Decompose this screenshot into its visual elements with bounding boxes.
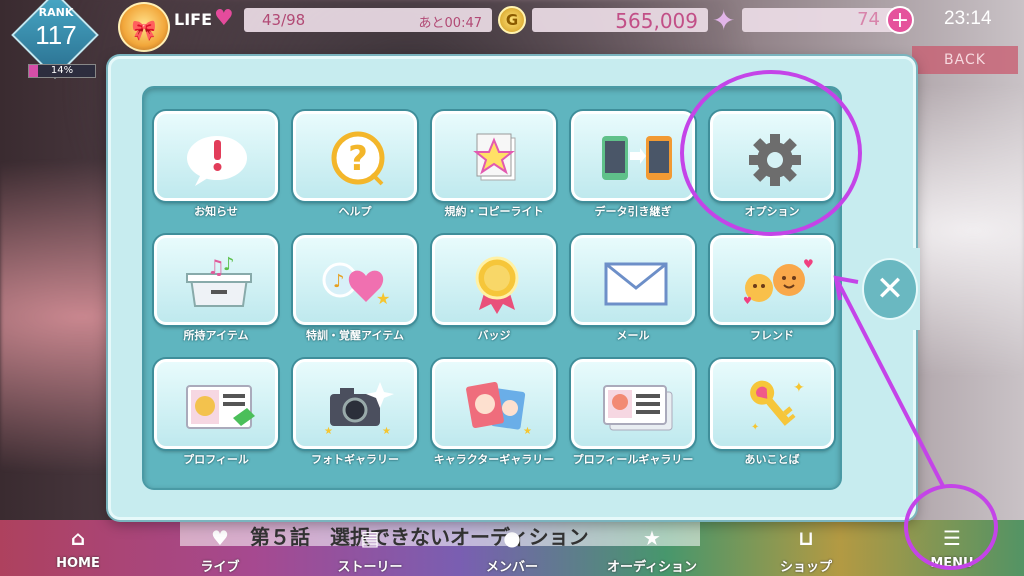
menu-tile-friend-faces[interactable]: ♥ ♥ <box>710 235 834 325</box>
menu-tile-label: お知らせ <box>194 205 238 218</box>
menu-tile-label: オプション <box>744 205 800 218</box>
menu-tile-label: フレンド <box>750 329 794 342</box>
svg-text:♥: ♥ <box>803 257 814 271</box>
menu-tile-profile-gallery[interactable] <box>571 359 695 449</box>
menu-tile-label: 特訓・覚醒アイテム <box>306 329 404 342</box>
data-transfer-phones-icon <box>574 114 692 198</box>
menu-tile-key[interactable]: ✦ ✦ <box>710 359 834 449</box>
heart-icon: ♥ <box>214 6 234 31</box>
menu-tile-training-heart[interactable]: ♪ ★ <box>293 235 417 325</box>
menu-tile-label: プロフィール <box>183 453 249 466</box>
nav-label: ライブ <box>200 560 240 575</box>
nav-label: MENU <box>930 556 974 571</box>
nav-メンバー[interactable]: ● メンバー <box>464 520 560 576</box>
badge-medal-icon <box>435 238 553 322</box>
menu-tile-badge-medal[interactable] <box>432 235 556 325</box>
menu-tile-item-box[interactable]: ♫ ♪ <box>154 235 278 325</box>
profile-card-icon <box>157 362 275 446</box>
svg-text:★: ★ <box>376 289 390 308</box>
help-question-icon: ? <box>296 114 414 198</box>
gear-icon <box>713 114 831 198</box>
life-meter: 43/98 あと00:47 <box>244 8 492 32</box>
menu-tile-label: プロフィールギャラリー <box>572 453 694 466</box>
menu-tile-camera[interactable]: ★ ★ <box>293 359 417 449</box>
nav-オーディション[interactable]: ★ オーディション <box>604 520 700 576</box>
rank-progress-bar: 14% <box>28 64 96 78</box>
camera-icon: ★ ★ <box>296 362 414 446</box>
nav-label: オーディション <box>606 560 698 575</box>
menu-tile-label: フォトギャラリー <box>311 453 399 466</box>
svg-text:♪: ♪ <box>333 271 345 292</box>
menu-tile-data-transfer-phones[interactable] <box>571 111 695 201</box>
friend-faces-icon: ♥ ♥ <box>713 238 831 322</box>
close-button[interactable]: ✕ <box>862 258 918 320</box>
add-gem-button[interactable]: + <box>886 6 914 34</box>
nav-menu[interactable]: ☰ MENU <box>904 520 1000 576</box>
svg-text:♥: ♥ <box>743 296 752 307</box>
nav-label: ストーリー <box>337 560 403 575</box>
notice-bubble-icon <box>157 114 275 198</box>
menu-tile-label: あいことば <box>744 453 800 466</box>
terms-document-icon <box>435 114 553 198</box>
audition-star-icon: ★ <box>643 526 661 550</box>
gold-coin-icon: G <box>498 6 526 34</box>
menu-tile-label: ヘルプ <box>338 205 372 218</box>
menu-tile-character-cards[interactable]: ★ <box>432 359 556 449</box>
menu-tile-mail-envelope[interactable] <box>571 235 695 325</box>
life-label: LIFE <box>174 10 213 29</box>
nav-ストーリー[interactable]: ▤ ストーリー <box>322 520 418 576</box>
menu-tile-label: データ引き継ぎ <box>594 205 672 218</box>
nav-ショップ[interactable]: ⊔ ショップ <box>758 520 854 576</box>
menu-tile-label: 所持アイテム <box>183 329 249 342</box>
svg-text:✦: ✦ <box>793 380 805 396</box>
gold-value: 565,009 <box>615 9 698 33</box>
menu-list-icon: ☰ <box>943 526 961 550</box>
rank-label: RANK <box>38 6 74 19</box>
nav-ライブ[interactable]: ♥ ライブ <box>172 520 268 576</box>
story-book-icon: ▤ <box>360 526 380 550</box>
member-icon: ● <box>503 526 521 550</box>
home-icon: ⌂ <box>70 526 86 550</box>
shop-basket-icon: ⊔ <box>798 526 814 550</box>
profile-gallery-icon <box>574 362 692 446</box>
gold-meter: 565,009 <box>532 8 708 33</box>
bottom-nav: 第５話 選択できないオーディション ⌂ HOME ♥ ライブ ▤ ストーリー ● メンバー ★ オ… <box>0 520 1024 576</box>
mail-envelope-icon <box>574 238 692 322</box>
live-heart-icon: ♥ <box>211 526 229 550</box>
svg-text:★: ★ <box>382 426 391 437</box>
menu-tile-help-question[interactable]: ? <box>293 111 417 201</box>
gem-value: 74 <box>857 9 880 30</box>
life-timer: あと00:47 <box>418 16 482 31</box>
menu-tile-notice-bubble[interactable] <box>154 111 278 201</box>
svg-text:★: ★ <box>523 426 532 437</box>
menu-tile-gear[interactable] <box>710 111 834 201</box>
nav-home[interactable]: ⌂ HOME <box>30 520 126 576</box>
back-button[interactable]: BACK <box>912 46 1018 74</box>
menu-tile-label: バッジ <box>477 329 511 342</box>
rank-progress-label: 14% <box>50 65 74 76</box>
mascot-avatar: 🎀 <box>118 2 170 52</box>
svg-text:?: ? <box>348 139 368 179</box>
training-heart-icon: ♪ ★ <box>296 238 414 322</box>
life-count: 43/98 <box>262 11 306 29</box>
clock: 23:14 <box>944 8 992 29</box>
character-cards-icon: ★ <box>435 362 553 446</box>
key-icon: ✦ ✦ <box>713 362 831 446</box>
svg-text:♪: ♪ <box>223 254 235 275</box>
svg-text:✦: ✦ <box>751 422 759 433</box>
menu-tile-label: 規約・コピーライト <box>444 205 544 218</box>
svg-text:★: ★ <box>324 426 333 437</box>
status-bar: RANK 117 14% 🎀 LIFE ♥ 43/98 あと00:47 G 56… <box>0 0 1024 79</box>
menu-tile-terms-document[interactable] <box>432 111 556 201</box>
item-box-icon: ♫ ♪ <box>157 238 275 322</box>
menu-tile-label: キャラクターギャラリー <box>433 453 555 466</box>
nav-label: ショップ <box>779 560 832 575</box>
menu-tile-profile-card[interactable] <box>154 359 278 449</box>
sparkle-gem-icon: ✦ <box>712 4 736 37</box>
menu-tile-label: メール <box>616 329 650 342</box>
rank-value: 117 <box>35 20 77 50</box>
gem-meter: 74 + <box>742 6 914 34</box>
nav-label: メンバー <box>485 560 538 575</box>
nav-label: HOME <box>56 556 100 571</box>
